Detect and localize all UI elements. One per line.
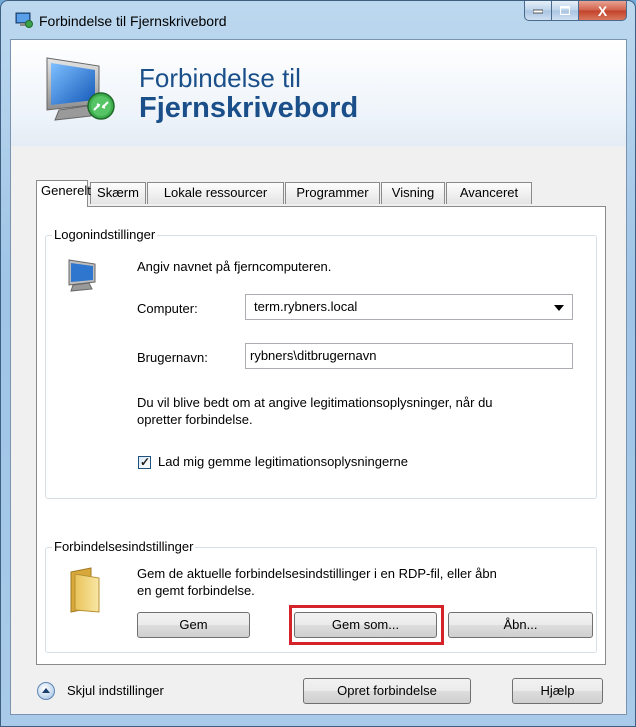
banner-title-line1: Forbindelse til	[139, 63, 301, 93]
tab-panel-generelt: Logonindstillinger Angiv navnet på fjern…	[36, 206, 606, 665]
connect-button[interactable]: Opret forbindelse	[303, 678, 471, 704]
connection-settings-label: Forbindelsesindstillinger	[52, 539, 196, 555]
username-field[interactable]: rybners\ditbrugernavn	[245, 343, 573, 369]
connection-settings-group: Forbindelsesindstillinger Gem de aktuell…	[45, 539, 597, 653]
close-button[interactable]: X	[579, 1, 627, 21]
credential-info-line2: opretter forbindelse.	[137, 412, 253, 427]
open-button[interactable]: Åbn...	[448, 612, 593, 638]
minimize-button[interactable]	[524, 1, 552, 21]
logon-settings-label: Logonindstillinger	[52, 227, 158, 243]
tab-avanceret[interactable]: Avanceret	[446, 182, 532, 204]
maximize-button[interactable]	[552, 1, 579, 21]
save-credentials-label[interactable]: Lad mig gemme legitimationsoplysningerne	[158, 454, 408, 470]
dialog-client-area: Forbindelse til Fjernskrivebord Generelt…	[10, 39, 627, 715]
folder-icon	[70, 567, 100, 613]
help-button[interactable]: Hjælp	[512, 678, 603, 704]
chevron-up-circle-icon[interactable]	[37, 682, 55, 700]
tab-skaerm[interactable]: Skærm	[90, 182, 146, 204]
remote-desktop-icon	[15, 12, 33, 28]
computer-label: Computer:	[137, 301, 198, 316]
computer-combobox[interactable]: term.rybners.local	[245, 294, 573, 320]
save-credentials-checkbox[interactable]: ✓	[138, 455, 151, 469]
checkmark-icon: ✓	[140, 455, 151, 469]
chevron-down-icon[interactable]	[554, 305, 564, 311]
banner-title-line2: Fjernskrivebord	[139, 92, 359, 124]
save-button[interactable]: Gem	[137, 612, 250, 638]
computer-value: term.rybners.local	[254, 299, 358, 314]
tab-lokale-ressourcer[interactable]: Lokale ressourcer	[147, 182, 284, 204]
computer-icon	[68, 259, 96, 292]
maximize-icon	[560, 6, 570, 15]
tab-visning[interactable]: Visning	[381, 182, 445, 204]
title-bar[interactable]: Forbindelse til Fjernskrivebord X	[1, 1, 635, 39]
logon-settings-group: Logonindstillinger Angiv navnet på fjern…	[45, 227, 597, 499]
connection-desc-line2: en gemt forbindelse.	[137, 583, 255, 598]
banner: Forbindelse til Fjernskrivebord	[11, 40, 626, 146]
logon-instruction: Angiv navnet på fjerncomputeren.	[137, 259, 332, 274]
username-value: rybners\ditbrugernavn	[250, 348, 377, 363]
hide-options-link[interactable]: Skjul indstillinger	[67, 683, 164, 699]
username-label: Brugernavn:	[137, 350, 208, 365]
close-icon: X	[597, 2, 608, 19]
window-title: Forbindelse til Fjernskrivebord	[39, 13, 227, 29]
tab-generelt[interactable]: Generelt	[36, 180, 91, 207]
minimize-icon	[533, 9, 543, 13]
connection-desc-line1: Gem de aktuelle forbindelsesindstillinge…	[137, 566, 497, 581]
save-as-button[interactable]: Gem som...	[294, 612, 437, 638]
credential-info-line1: Du vil blive bedt om at angive legitimat…	[137, 395, 493, 410]
remote-desktop-large-icon	[46, 57, 115, 121]
window-controls: X	[524, 1, 627, 23]
tab-programmer[interactable]: Programmer	[285, 182, 380, 204]
rdp-window: Forbindelse til Fjernskrivebord X Forbin…	[0, 0, 636, 727]
